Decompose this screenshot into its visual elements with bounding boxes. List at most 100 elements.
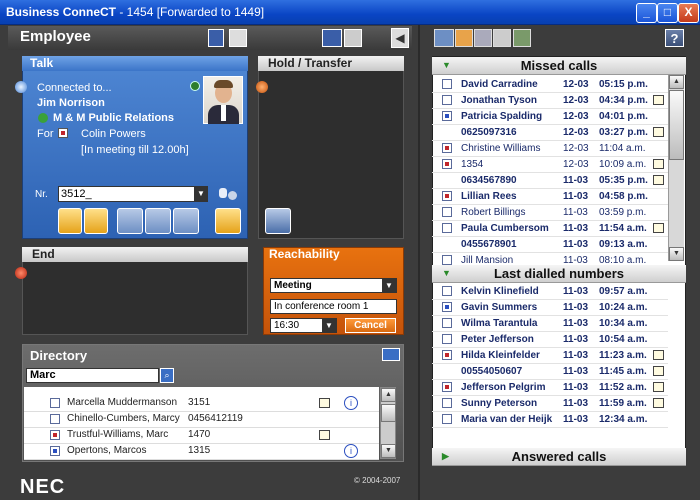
tools-icon[interactable] [344, 29, 362, 47]
info-icon[interactable]: i [344, 444, 358, 458]
voicemail-icon[interactable] [493, 29, 511, 47]
call-row[interactable]: Lillian Rees 11-03 04:58 p.m. [432, 189, 668, 205]
list-item[interactable]: Marcella Muddermanson 3151 i [24, 395, 379, 412]
missed-calls-scrollbar[interactable]: ▲ ▼ [668, 75, 684, 261]
hold-indicator-icon [256, 81, 268, 93]
user-icon[interactable] [208, 29, 224, 47]
reachability-note-input[interactable]: In conference room 1 [270, 299, 397, 314]
note-icon[interactable] [653, 127, 664, 137]
call-row[interactable]: Patricia Spalding 12-03 04:01 p.m. [432, 109, 668, 125]
call-row[interactable]: Maria van der Heijk 11-03 12:34 a.m. [432, 412, 668, 428]
scroll-up-icon[interactable]: ▲ [669, 75, 684, 89]
for-name: Colin Powers [81, 128, 146, 140]
scroll-up-icon[interactable]: ▲ [381, 388, 396, 402]
hangup-button[interactable] [84, 208, 108, 234]
scroll-thumb[interactable] [669, 90, 684, 160]
maximize-button[interactable]: □ [657, 3, 678, 23]
note-icon[interactable] [653, 350, 664, 360]
call-row[interactable]: 00554050607 11-03 11:45 a.m. [432, 364, 668, 380]
reachability-dropdown-icon[interactable]: ▼ [382, 279, 396, 292]
contact-number: 1470 [188, 429, 211, 440]
team-icon[interactable] [513, 29, 531, 47]
call-row[interactable]: Paula Cumbersom 11-03 11:54 a.m. [432, 221, 668, 237]
info-icon[interactable]: i [344, 396, 358, 410]
minimize-button[interactable]: _ [636, 3, 657, 23]
call-row[interactable]: Christine Williams 12-03 11:04 a.m. [432, 141, 668, 157]
note-icon[interactable] [319, 398, 330, 408]
reachability-header: Reachability [269, 247, 340, 261]
contact-icon [442, 255, 452, 265]
headset-icon[interactable] [455, 29, 473, 47]
number-dropdown-icon[interactable]: ▼ [194, 187, 208, 201]
note-icon[interactable] [653, 366, 664, 376]
missed-call-icon [442, 223, 452, 233]
busy-icon [442, 143, 452, 153]
call-row[interactable]: Wilma Tarantula 11-03 10:34 a.m. [432, 316, 668, 332]
call-row[interactable]: Sunny Peterson 11-03 11:59 a.m. [432, 396, 668, 412]
contact-icon [442, 398, 452, 408]
scroll-thumb[interactable] [381, 404, 396, 422]
missed-call-icon [442, 79, 452, 89]
caller-name: Jim Norrison [37, 97, 105, 109]
close-button[interactable]: X [678, 3, 699, 23]
help-button[interactable]: ? [665, 29, 684, 47]
call-row[interactable]: David Carradine 12-03 05:15 p.m. [432, 77, 668, 93]
call-row[interactable]: Gavin Summers 11-03 10:24 a.m. [432, 300, 668, 316]
call-row[interactable]: Peter Jefferson 11-03 10:54 a.m. [432, 332, 668, 348]
call-row[interactable]: Hilda Kleinfelder 11-03 11:23 a.m. [432, 348, 668, 364]
contact-icon [442, 207, 452, 217]
scroll-down-icon[interactable]: ▼ [669, 247, 684, 261]
hold-button[interactable] [145, 208, 171, 234]
time-dropdown-icon[interactable]: ▼ [322, 319, 336, 332]
call-row[interactable]: 0634567890 11-03 05:35 p.m. [432, 173, 668, 189]
expand-icon: ▶ [442, 451, 449, 461]
list-item[interactable]: Chinello-Cumbers, Marcy 0456412119 [24, 411, 379, 428]
answered-calls-header[interactable]: ▶ Answered calls [432, 448, 686, 466]
talk-header: Talk [22, 56, 248, 71]
note-icon[interactable] [653, 159, 664, 169]
directory-scrollbar[interactable]: ▲ ▼ [380, 387, 396, 459]
directory-book-icon[interactable] [382, 348, 400, 361]
cancel-button[interactable]: Cancel [345, 318, 396, 333]
scroll-down-icon[interactable]: ▼ [381, 444, 396, 458]
phone-settings-icon[interactable] [322, 29, 342, 47]
call-row[interactable]: 0625097316 12-03 03:27 p.m. [432, 125, 668, 141]
call-row[interactable]: Jefferson Pelgrim 11-03 11:52 a.m. [432, 380, 668, 396]
list-item[interactable]: Trustful-Williams, Marc 1470 [24, 427, 379, 444]
calendar-icon[interactable] [434, 29, 454, 47]
note-icon[interactable] [653, 175, 664, 185]
dialled-call-icon [442, 414, 452, 424]
conference-button[interactable] [173, 208, 199, 234]
note-icon[interactable] [653, 382, 664, 392]
call-row[interactable]: Robert Billings 11-03 03:59 p.m. [432, 205, 668, 221]
search-icon[interactable]: ⌕ [160, 368, 174, 383]
last-dialled-header[interactable]: ▼ Last dialled numbers [432, 265, 686, 283]
answer-button[interactable] [58, 208, 82, 234]
transfer-button[interactable] [117, 208, 143, 234]
number-input[interactable]: 3512_ [58, 186, 208, 202]
list-item[interactable]: Opertons, Marcos 1315 i [24, 443, 379, 460]
call-row[interactable]: 1354 12-03 10:09 a.m. [432, 157, 668, 173]
dialpad-settings-icon[interactable] [217, 186, 239, 202]
call-row[interactable]: 0455678901 11-03 09:13 a.m. [432, 237, 668, 253]
busy-icon [50, 430, 60, 440]
contact-number: 3151 [188, 397, 211, 408]
call-forward-button[interactable] [215, 208, 241, 234]
note-icon[interactable] [653, 398, 664, 408]
forward-icon [58, 128, 68, 138]
call-row[interactable]: Kelvin Klinefield 11-03 09:57 a.m. [432, 284, 668, 300]
window-title-bar[interactable]: Business ConneCT - 1454 [Forwarded to 14… [0, 0, 700, 25]
group-icon[interactable] [474, 29, 492, 47]
call-row[interactable]: Jonathan Tyson 12-03 04:34 p.m. [432, 93, 668, 109]
status-indicator-icon [15, 81, 27, 93]
reachability-select[interactable]: Meeting [270, 278, 397, 293]
directory-search-input[interactable]: Marc [26, 368, 159, 383]
note-icon[interactable] [653, 95, 664, 105]
collapse-arrow-icon[interactable]: ◀ [391, 28, 409, 48]
available-icon [442, 302, 452, 312]
note-icon[interactable] [319, 430, 330, 440]
retrieve-call-button[interactable] [265, 208, 291, 234]
user-card-icon[interactable] [229, 29, 247, 47]
missed-calls-header[interactable]: ▼ Missed calls [432, 57, 686, 75]
note-icon[interactable] [653, 223, 664, 233]
